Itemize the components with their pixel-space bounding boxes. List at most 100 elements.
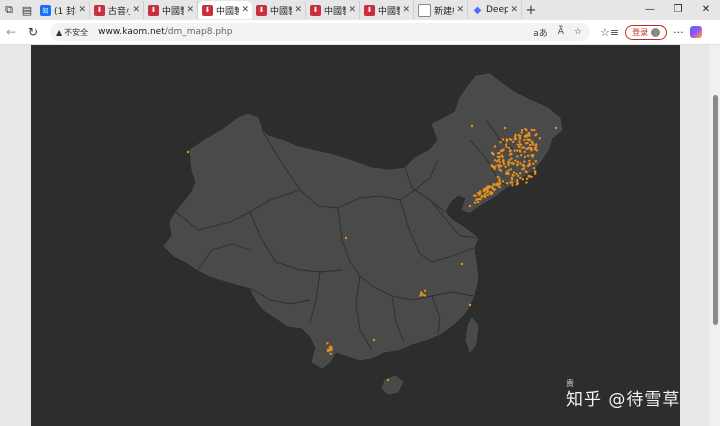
new-tab-button[interactable]: + — [522, 3, 540, 18]
hainan-shape — [381, 375, 404, 395]
map-point — [519, 162, 522, 165]
map-point — [512, 171, 516, 174]
map-point — [534, 146, 537, 150]
tab-0[interactable]: 知(1 封私✕ — [36, 1, 90, 19]
scrollbar-track[interactable] — [710, 45, 720, 426]
tab-title: 古音小 — [108, 6, 130, 17]
favorites-icon[interactable]: ☆≡ — [600, 26, 619, 39]
page-content — [0, 45, 720, 426]
map-point — [326, 349, 330, 353]
map-point — [527, 174, 530, 178]
close-tab-icon[interactable]: ✕ — [510, 5, 518, 15]
address-bar: ← ↻ ▲ 不安全 www.kaom.net/dm_map8.php aあ A᷈… — [0, 20, 720, 45]
map-point — [491, 187, 494, 190]
scrollbar-thumb[interactable] — [713, 95, 718, 325]
close-tab-icon[interactable]: ✕ — [241, 5, 249, 15]
map-point — [480, 194, 484, 197]
close-tab-icon[interactable]: ✕ — [78, 5, 86, 15]
map-point — [530, 128, 533, 132]
map-point — [496, 152, 500, 155]
map-point — [495, 183, 498, 186]
tab-5[interactable]: ⬇中國製✕ — [306, 1, 360, 19]
translate-icon[interactable]: aあ — [533, 26, 548, 39]
map-point — [525, 128, 528, 132]
tab-8[interactable]: ◆ DeepS✕ — [468, 1, 522, 19]
close-tab-icon[interactable]: ✕ — [348, 5, 356, 15]
map-point — [517, 145, 521, 148]
map-point — [506, 182, 509, 185]
map-point — [498, 161, 501, 164]
favorite-star-icon[interactable]: ☆ — [574, 27, 582, 37]
close-tab-icon[interactable]: ✕ — [456, 5, 464, 15]
map-point — [507, 161, 510, 164]
map-site-icon: ⬇ — [202, 4, 213, 16]
map-site-icon: ⬇ — [364, 4, 375, 16]
window-controls: — ❐ ✕ — [636, 0, 720, 20]
map-canvas[interactable] — [31, 45, 680, 426]
copilot-icon[interactable] — [689, 26, 702, 38]
tab-title: 中國製 — [324, 6, 346, 17]
map-point — [344, 236, 348, 240]
close-tab-icon[interactable]: ✕ — [294, 5, 302, 15]
map-point — [485, 188, 488, 191]
map-point — [534, 172, 537, 175]
map-point — [528, 159, 531, 162]
close-tab-icon[interactable]: ✕ — [186, 5, 194, 15]
close-tab-icon[interactable]: ✕ — [132, 5, 140, 15]
back-button[interactable]: ← — [0, 25, 22, 39]
map-point — [532, 154, 535, 157]
map-point — [529, 147, 532, 151]
avatar — [651, 27, 661, 37]
tab-4[interactable]: ⬇中國製✕ — [252, 1, 306, 19]
tab-title: 中國製 — [162, 6, 184, 17]
map-point — [473, 194, 476, 197]
more-menu-icon[interactable]: ··· — [673, 26, 684, 39]
map-point — [498, 178, 501, 181]
map-point — [372, 338, 376, 342]
close-window-icon[interactable]: ✕ — [692, 0, 720, 20]
map-point — [326, 342, 329, 345]
map-point — [499, 169, 503, 172]
map-point — [510, 157, 513, 160]
map-point — [477, 197, 481, 201]
map-point — [517, 174, 520, 178]
map-point — [508, 159, 511, 162]
warning-icon: ▲ — [56, 27, 63, 37]
url-field[interactable]: ▲ 不安全 www.kaom.net/dm_map8.php aあ A᷈ ☆ — [50, 23, 590, 41]
map-point — [528, 143, 532, 147]
map-point — [505, 145, 508, 148]
map-point — [493, 159, 497, 162]
map-point — [519, 176, 522, 180]
map-point — [516, 143, 519, 146]
map-point — [496, 155, 499, 158]
map-point — [524, 170, 527, 173]
tab-6[interactable]: ⬇中國製✕ — [360, 1, 414, 19]
map-point — [490, 164, 493, 167]
url-text: www.kaom.net/dm_map8.php — [98, 27, 232, 37]
tab-3[interactable]: ⬇ 中國製 ✕ — [198, 1, 252, 19]
map-point — [526, 154, 530, 158]
restore-icon[interactable]: ❐ — [664, 0, 692, 20]
tab-7[interactable]: 新建标✕ — [414, 1, 468, 19]
tab-1[interactable]: ⬇古音小✕ — [90, 1, 144, 19]
security-warning[interactable]: ▲ 不安全 — [56, 27, 88, 38]
map-point — [514, 133, 517, 137]
vertical-tabs-icon[interactable]: ▤ — [18, 1, 36, 19]
minimize-icon[interactable]: — — [636, 0, 664, 20]
map-point — [511, 140, 515, 144]
refresh-button[interactable]: ↻ — [22, 25, 44, 39]
read-aloud-icon[interactable]: A᷈ — [558, 27, 564, 37]
tab-2[interactable]: ⬇中國製✕ — [144, 1, 198, 19]
map-point — [511, 184, 514, 187]
tab-title: 中國製 — [270, 6, 292, 17]
map-point — [507, 169, 510, 172]
map-point — [496, 164, 499, 167]
map-point — [534, 144, 538, 147]
map-point — [470, 124, 474, 128]
map-point — [535, 133, 538, 136]
map-point — [186, 150, 190, 154]
workspaces-icon[interactable]: ⧉ — [0, 1, 18, 19]
login-button[interactable]: 登录 — [625, 24, 668, 40]
map-point — [423, 294, 427, 297]
close-tab-icon[interactable]: ✕ — [402, 5, 410, 15]
